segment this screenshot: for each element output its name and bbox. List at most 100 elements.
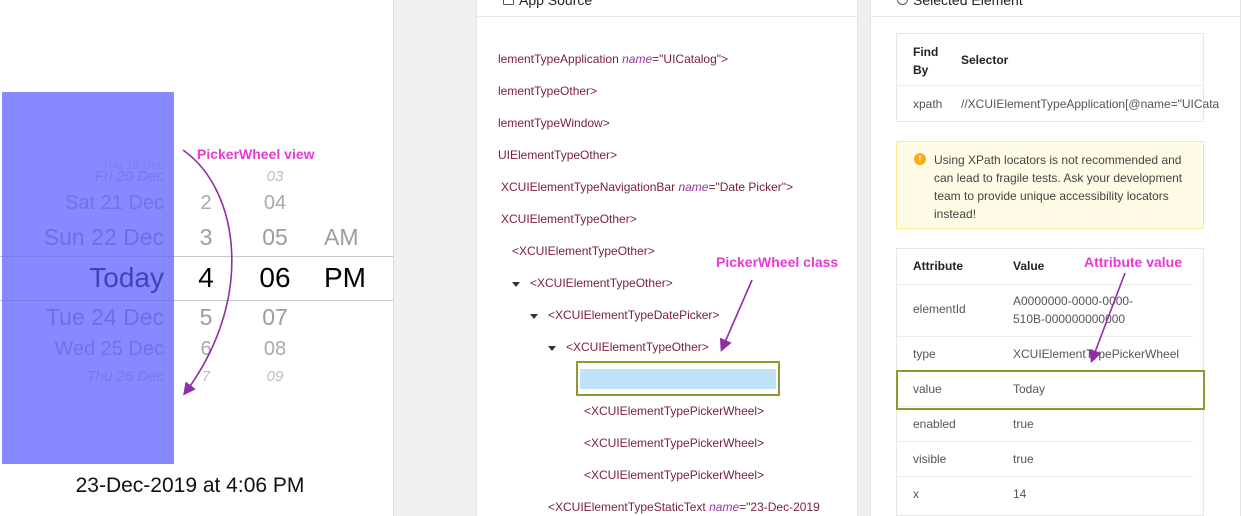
picker-wheel-highlight — [2, 92, 174, 464]
tree-node-attr-value: Date Picker — [719, 180, 782, 194]
tree-node-open-bracket: < — [530, 276, 538, 290]
tree-node-tag: XCUIElementTypeStaticText — [555, 500, 706, 514]
attribute-row-divider — [897, 441, 1193, 442]
app-source-title: App Source — [519, 0, 593, 8]
selector-table-divider — [897, 85, 1203, 86]
tree-node-tag: XCUIElementTypeOther — [573, 340, 702, 354]
picker-hour: 7 — [201, 368, 211, 385]
tree-node[interactable]: <XCUIElementTypeOther> — [566, 340, 709, 354]
tree-node[interactable]: <XCUIElementTypeStaticText name="23-Dec-… — [548, 500, 834, 514]
tree-node-tag: lementTypeOther — [498, 84, 591, 98]
attribute-name: type — [913, 347, 936, 361]
attribute-value[interactable]: 14 — [1013, 487, 1026, 501]
tree-expand-caret-icon[interactable] — [530, 314, 538, 319]
tree-node-tag: XCUIElementTypePickerWheel — [591, 468, 758, 482]
tree-node-close-bracket: > — [701, 340, 709, 354]
picker-minute: 09 — [266, 368, 284, 385]
attribute-name: elementId — [913, 302, 966, 316]
tree-node[interactable]: lementTypeApplication name="UICatalog"> — [498, 52, 728, 66]
attribute-name: visible — [913, 452, 947, 466]
tree-node[interactable]: <XCUIElementTypeOther> — [530, 276, 673, 290]
tree-node-close-bracket: > — [757, 436, 765, 450]
tree-node-tag: XCUIElementTypePickerWheel — [591, 436, 758, 450]
xpath-warning: ! Using XPath locators is not recommende… — [896, 141, 1204, 229]
tree-node-open-bracket: < — [512, 244, 520, 258]
picker-hour: 4 — [198, 262, 214, 293]
value-row-outline — [896, 370, 1205, 410]
tree-node-open-bracket: < — [584, 404, 592, 418]
find-by-header: Find By — [913, 45, 939, 77]
tree-node-close-bracket: > — [629, 212, 637, 226]
picker-minute: 07 — [262, 304, 288, 330]
selector-header: Selector — [961, 53, 1009, 67]
tree-node-attr-value: 23-Dec-2019 — [750, 500, 820, 514]
picker-hour: 6 — [200, 338, 212, 360]
target-icon — [897, 0, 908, 5]
attribute-value[interactable]: true — [1013, 417, 1034, 431]
picker-hour: 3 — [199, 224, 213, 250]
tree-node-tag: XCUIElementTypeOther — [519, 244, 648, 258]
tree-node-open-bracket: < — [584, 468, 592, 482]
attribute-value[interactable]: true — [1013, 452, 1034, 466]
tree-node-close-bracket: > — [665, 276, 673, 290]
tree-node[interactable]: UIElementTypeOther> — [498, 148, 617, 162]
tree-node-tag: XCUIElementTypeDatePicker — [555, 308, 713, 322]
tree-node[interactable]: <XCUIElementTypeDatePicker> — [548, 308, 719, 322]
tree-node-open-bracket: < — [548, 500, 556, 514]
tree-node[interactable]: <XCUIElementTypePickerWheel> — [584, 468, 764, 482]
tree-node-tag: XCUIElementTypeOther — [537, 276, 666, 290]
attribute-value[interactable]: A0000000-0000-0000-510B-000000000000 — [1013, 292, 1163, 328]
picker-ampm: AM — [324, 224, 359, 250]
tree-expand-caret-icon[interactable] — [548, 346, 556, 351]
selected-date-label: 23-Dec-2019 at 4:06 PM — [75, 474, 305, 497]
tree-node-close-bracket: > — [610, 148, 618, 162]
tree-node-attr-value: UICatalog — [663, 52, 717, 66]
attribute-row-divider — [897, 336, 1193, 337]
attribute-name: enabled — [913, 417, 956, 431]
tree-node-tag: XCUIElementTypeOther — [501, 212, 630, 226]
attribute-value-annotation: Attribute value — [1084, 254, 1183, 270]
app-source-header: App Source — [477, 0, 857, 17]
selected-node-outline — [576, 361, 780, 396]
value-header: Value — [1013, 259, 1045, 273]
tree-node-attr-name: name — [678, 180, 709, 194]
tree-node-tag: XCUIElementTypePickerWheel — [591, 404, 758, 418]
tree-node-close-bracket: > — [757, 468, 765, 482]
picker-hour: 2 — [200, 192, 212, 214]
picker-ampm: PM — [324, 262, 366, 293]
ios-simulator: Thu 19 DecFri 20 Dec03Sat 21 Dec204Sun 2… — [0, 0, 394, 516]
tree-node-close-bracket: > — [590, 84, 598, 98]
attribute-name: x — [913, 487, 919, 501]
xpath-warning-text: Using XPath locators is not recommended … — [934, 153, 1183, 221]
selector-value[interactable]: //XCUIElementTypeApplication[@name="UICa… — [961, 97, 1229, 111]
tree-node[interactable]: <XCUIElementTypeOther> — [512, 244, 655, 258]
tree-node-tag: UIElementTypeOther — [498, 148, 611, 162]
tree-node-close-bracket: > — [647, 244, 655, 258]
tree-node[interactable]: <XCUIElementTypePickerWheel> — [584, 404, 764, 418]
tree-node-open-bracket: < — [548, 308, 556, 322]
tree-node[interactable]: lementTypeWindow> — [498, 116, 610, 130]
selected-element-title: Selected Element — [913, 0, 1023, 8]
file-icon — [503, 0, 514, 5]
attribute-row-divider — [897, 476, 1193, 477]
tree-node-close-bracket: > — [721, 52, 729, 66]
attribute-header: Attribute — [913, 259, 963, 273]
tree-node-close-bracket: > — [712, 308, 720, 322]
info-icon: ! — [914, 153, 926, 165]
tree-node-tag: lementTypeApplication — [498, 52, 619, 66]
tree-node-open-bracket: < — [566, 340, 574, 354]
picker-minute: 06 — [259, 262, 291, 293]
tree-node[interactable]: XCUIElementTypeOther> — [501, 212, 637, 226]
pickerwheel-view-annotation: PickerWheel view — [197, 146, 315, 162]
tree-node[interactable]: lementTypeOther> — [498, 84, 597, 98]
picker-minute: 03 — [266, 168, 284, 185]
tree-expand-caret-icon[interactable] — [512, 282, 520, 287]
tree-node[interactable]: <XCUIElementTypePickerWheel> — [584, 436, 764, 450]
picker-minute: 04 — [263, 192, 287, 214]
selected-element-header: Selected Element — [871, 0, 1240, 17]
attribute-value[interactable]: XCUIElementTypePickerWheel — [1013, 347, 1179, 361]
tree-node-close-bracket: > — [786, 180, 794, 194]
tree-node-close-bracket: > — [602, 116, 610, 130]
tree-node[interactable]: XCUIElementTypeNavigationBar name="Date … — [501, 180, 793, 194]
tree-node-attr-name: name — [709, 500, 740, 514]
